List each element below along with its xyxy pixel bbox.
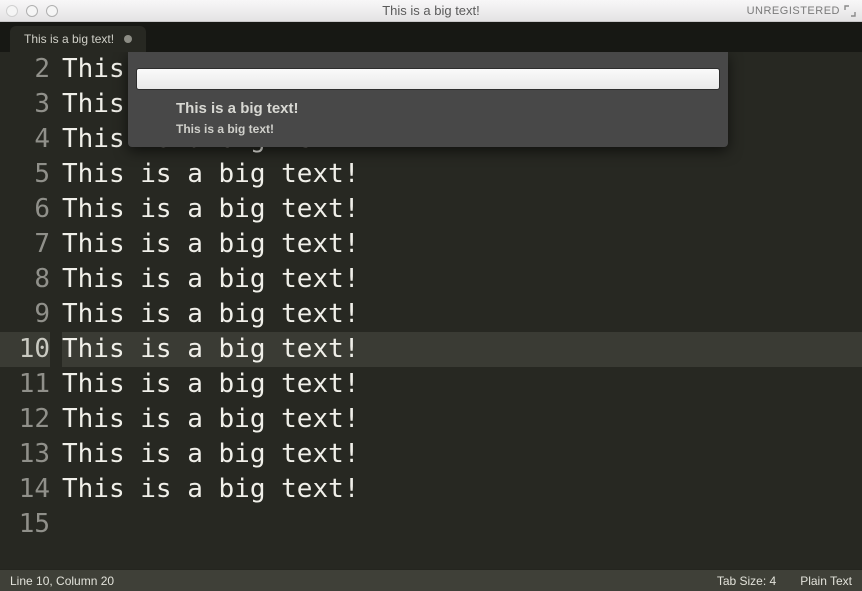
line-number: 15 bbox=[0, 507, 50, 542]
code-line[interactable]: This is a big text! bbox=[62, 262, 862, 297]
minimize-window-button[interactable] bbox=[26, 5, 38, 17]
line-number: 5 bbox=[0, 157, 50, 192]
line-number: 3 bbox=[0, 87, 50, 122]
window-title: This is a big text! bbox=[0, 3, 862, 18]
registration-label: UNREGISTERED bbox=[747, 5, 840, 17]
goto-anything-results: This is a big text! This is a big text! bbox=[136, 93, 720, 139]
goto-anything-panel: This is a big text! This is a big text! bbox=[128, 52, 728, 147]
line-number: 14 bbox=[0, 472, 50, 507]
window-controls bbox=[6, 5, 58, 17]
syntax-selector[interactable]: Plain Text bbox=[800, 574, 852, 588]
code-line[interactable]: This is a big text! bbox=[62, 332, 862, 367]
cursor-position-status: Line 10, Column 20 bbox=[10, 574, 693, 588]
close-window-button[interactable] bbox=[6, 5, 18, 17]
goto-anything-input[interactable] bbox=[136, 68, 720, 90]
code-line[interactable]: This is a big text! bbox=[62, 472, 862, 507]
tab-size-selector[interactable]: Tab Size: 4 bbox=[717, 574, 776, 588]
code-line[interactable]: This is a big text! bbox=[62, 157, 862, 192]
line-number: 4 bbox=[0, 122, 50, 157]
code-line[interactable]: This is a big text! bbox=[62, 437, 862, 472]
code-line[interactable]: This is a big text! bbox=[62, 367, 862, 402]
line-number-gutter: 23456789101112131415 bbox=[0, 52, 62, 569]
line-number: 9 bbox=[0, 297, 50, 332]
line-number: 2 bbox=[0, 52, 50, 87]
file-tab-label: This is a big text! bbox=[24, 32, 114, 46]
goto-result-item[interactable]: This is a big text! bbox=[176, 99, 716, 119]
registration-badge: UNREGISTERED bbox=[747, 0, 856, 22]
file-tab[interactable]: This is a big text! bbox=[10, 26, 146, 52]
tab-bar: This is a big text! bbox=[0, 22, 862, 52]
line-number: 12 bbox=[0, 402, 50, 437]
unsaved-indicator-icon bbox=[124, 35, 132, 43]
status-bar: Line 10, Column 20 Tab Size: 4 Plain Tex… bbox=[0, 569, 862, 591]
line-number: 13 bbox=[0, 437, 50, 472]
code-line[interactable]: This is a big text! bbox=[62, 192, 862, 227]
code-line[interactable] bbox=[62, 507, 862, 542]
line-number: 6 bbox=[0, 192, 50, 227]
zoom-window-button[interactable] bbox=[46, 5, 58, 17]
editor-area[interactable]: 23456789101112131415 This is a big text!… bbox=[0, 52, 862, 569]
goto-result-subtitle[interactable]: This is a big text! bbox=[176, 119, 716, 139]
editor-app: This is a big text! 23456789101112131415… bbox=[0, 22, 862, 591]
window-titlebar: This is a big text! UNREGISTERED bbox=[0, 0, 862, 22]
code-line[interactable]: This is a big text! bbox=[62, 227, 862, 262]
line-number: 7 bbox=[0, 227, 50, 262]
line-number: 8 bbox=[0, 262, 50, 297]
line-number: 11 bbox=[0, 367, 50, 402]
line-number: 10 bbox=[0, 332, 50, 367]
fullscreen-icon[interactable] bbox=[844, 5, 856, 17]
code-line[interactable]: This is a big text! bbox=[62, 402, 862, 437]
code-line[interactable]: This is a big text! bbox=[62, 297, 862, 332]
